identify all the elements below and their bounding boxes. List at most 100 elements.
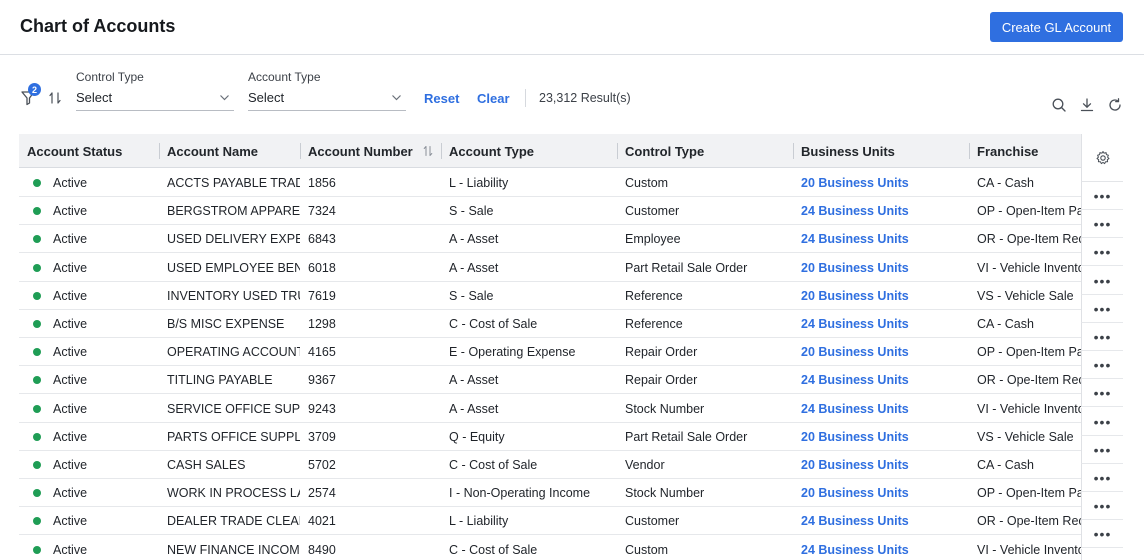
- column-header-account-number[interactable]: Account Number: [300, 134, 441, 168]
- account-type-label: Account Type: [248, 70, 321, 84]
- table-row[interactable]: Active BERGSTROM APPAREL 7324 S - Sale Custo…: [19, 197, 1081, 225]
- refresh-icon[interactable]: [1107, 97, 1123, 113]
- status-text: Active: [53, 429, 88, 444]
- control-type-cell: Reference: [625, 316, 683, 331]
- business-units-link[interactable]: 24 Business Units: [801, 514, 909, 528]
- create-gl-account-button[interactable]: Create GL Account: [990, 12, 1123, 42]
- account-number-cell: 9367: [308, 372, 336, 387]
- table-row[interactable]: Active DEALER TRADE CLEARIN 4021 L - Liabil…: [19, 507, 1081, 535]
- column-header-franchise[interactable]: Franchise: [969, 134, 1081, 168]
- business-units-link[interactable]: 20 Business Units: [801, 430, 909, 444]
- account-name-cell: ACCTS PAYABLE TRADE: [167, 175, 300, 190]
- business-units-link[interactable]: 20 Business Units: [801, 261, 909, 275]
- business-units-link[interactable]: 20 Business Units: [801, 458, 909, 472]
- business-units-link[interactable]: 24 Business Units: [801, 232, 909, 246]
- more-options-icon: •••: [1093, 497, 1112, 514]
- table-row[interactable]: Active USED EMPLOYEE BENEF 6018 A - Asset Pa…: [19, 254, 1081, 282]
- status-active-dot-icon: [33, 234, 41, 243]
- table-row[interactable]: Active NEW FINANCE INCOME 8490 C - Cost of …: [19, 536, 1081, 560]
- table-row[interactable]: Active WORK IN PROCESS LAB 2574 I - Non-Ope…: [19, 479, 1081, 507]
- sort-icon[interactable]: [423, 145, 433, 157]
- status-active-dot-icon: [33, 319, 41, 328]
- business-units-link[interactable]: 20 Business Units: [801, 486, 909, 500]
- row-actions-button[interactable]: •••: [1081, 295, 1123, 323]
- account-name-cell: TITLING PAYABLE: [167, 372, 273, 387]
- table-row[interactable]: Active SERVICE OFFICE SUPPL 9243 A - Asset S…: [19, 395, 1081, 423]
- column-header-account-type[interactable]: Account Type: [441, 134, 617, 168]
- more-options-icon: •••: [1093, 413, 1112, 430]
- business-units-cell: 24 Business Units: [793, 225, 969, 252]
- status-cell: Active: [25, 282, 159, 309]
- row-actions-button[interactable]: •••: [1081, 520, 1123, 548]
- status-text: Active: [53, 231, 88, 246]
- control-type-select[interactable]: Select: [76, 85, 234, 111]
- row-actions-button[interactable]: •••: [1081, 238, 1123, 266]
- row-actions-button[interactable]: •••: [1081, 408, 1123, 436]
- row-actions-button[interactable]: •••: [1081, 549, 1123, 560]
- chevron-down-icon: [220, 95, 229, 101]
- clear-button[interactable]: Clear: [477, 91, 510, 106]
- account-type-cell: Q - Equity: [449, 429, 505, 444]
- business-units-link[interactable]: 24 Business Units: [801, 543, 909, 557]
- franchise-cell: OR - Ope-Item Recv: [977, 513, 1081, 528]
- business-units-link[interactable]: 20 Business Units: [801, 176, 909, 190]
- status-cell: Active: [25, 451, 159, 478]
- control-type-cell: Vendor: [625, 457, 665, 472]
- business-units-link[interactable]: 24 Business Units: [801, 204, 909, 218]
- row-actions-button[interactable]: •••: [1081, 436, 1123, 464]
- account-name-cell: BERGSTROM APPAREL: [167, 203, 300, 218]
- row-actions-button[interactable]: •••: [1081, 464, 1123, 492]
- table-row[interactable]: Active PARTS OFFICE SUPPLIES 3709 Q - Equit…: [19, 423, 1081, 451]
- status-active-dot-icon: [33, 375, 41, 384]
- column-header-business-units[interactable]: Business Units: [793, 134, 969, 168]
- account-name-cell: SERVICE OFFICE SUPPL: [167, 401, 300, 416]
- table-row[interactable]: Active B/S MISC EXPENSE 1298 C - Cost of Sa…: [19, 310, 1081, 338]
- reset-button[interactable]: Reset: [424, 91, 459, 106]
- column-header-control-type[interactable]: Control Type: [617, 134, 793, 168]
- row-actions-button[interactable]: •••: [1081, 210, 1123, 238]
- business-units-link[interactable]: 24 Business Units: [801, 317, 909, 331]
- row-actions-button[interactable]: •••: [1081, 267, 1123, 295]
- account-number-cell: 4165: [308, 344, 336, 359]
- sort-icon[interactable]: [48, 91, 62, 105]
- control-type-cell: Part Retail Sale Order: [625, 429, 748, 444]
- business-units-cell: 24 Business Units: [793, 536, 969, 560]
- business-units-link[interactable]: 20 Business Units: [801, 289, 909, 303]
- status-text: Active: [53, 316, 88, 331]
- table-row[interactable]: Active OPERATING ACCOUNT I 4165 E - Operati…: [19, 338, 1081, 366]
- account-type-cell: A - Asset: [449, 231, 499, 246]
- column-settings-button[interactable]: [1081, 134, 1123, 182]
- business-units-cell: 20 Business Units: [793, 451, 969, 478]
- table-row[interactable]: Active USED DELIVERY EXPENS 6843 A - Asset E…: [19, 225, 1081, 253]
- row-actions-button[interactable]: •••: [1081, 323, 1123, 351]
- column-header-account-status[interactable]: Account Status: [19, 134, 159, 168]
- account-type-select[interactable]: Select: [248, 85, 406, 111]
- business-units-link[interactable]: 24 Business Units: [801, 373, 909, 387]
- status-active-dot-icon: [33, 488, 41, 497]
- row-actions-button[interactable]: •••: [1081, 492, 1123, 520]
- accounts-table: Account Status Account Name Account Numb…: [19, 134, 1123, 560]
- column-header-account-number-label: Account Number: [308, 143, 413, 159]
- search-icon[interactable]: [1051, 97, 1067, 113]
- status-text: Active: [53, 542, 88, 557]
- account-number-cell: 7324: [308, 203, 336, 218]
- table-row[interactable]: Active ACCTS PAYABLE TRADE 1856 L - Liabili…: [19, 169, 1081, 197]
- table-row[interactable]: Active CASH SALES 5702 C - Cost of Sale Vend…: [19, 451, 1081, 479]
- status-cell: Active: [25, 197, 159, 224]
- status-cell: Active: [25, 254, 159, 281]
- row-actions-button[interactable]: •••: [1081, 379, 1123, 407]
- row-actions-button[interactable]: •••: [1081, 182, 1123, 210]
- business-units-link[interactable]: 20 Business Units: [801, 345, 909, 359]
- table-row[interactable]: Active TITLING PAYABLE 9367 A - Asset Repair…: [19, 366, 1081, 394]
- business-units-link[interactable]: 24 Business Units: [801, 402, 909, 416]
- download-icon[interactable]: [1079, 97, 1095, 113]
- row-actions-button[interactable]: •••: [1081, 351, 1123, 379]
- more-options-icon: •••: [1093, 300, 1112, 317]
- column-header-account-name[interactable]: Account Name: [159, 134, 300, 168]
- status-active-dot-icon: [33, 263, 41, 272]
- account-number-cell: 6843: [308, 231, 336, 246]
- account-name-cell: B/S MISC EXPENSE: [167, 316, 285, 331]
- table-row[interactable]: Active INVENTORY USED TRUC 7619 S - Sale Ref…: [19, 282, 1081, 310]
- account-number-cell: 4021: [308, 513, 336, 528]
- franchise-cell: VI - Vehicle Invento: [977, 542, 1081, 557]
